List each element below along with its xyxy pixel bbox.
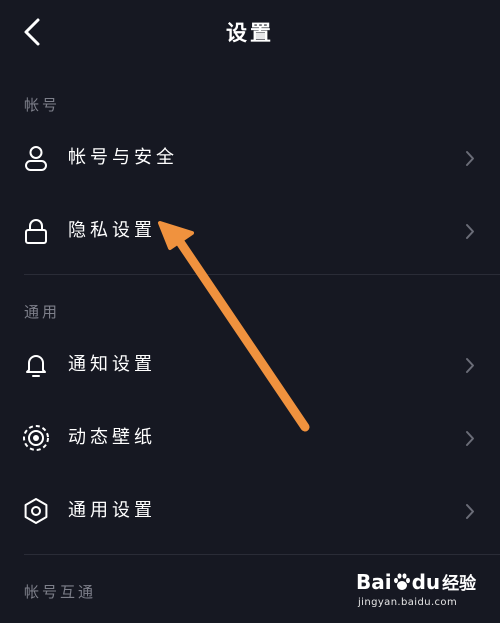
chevron-right-icon (464, 357, 476, 374)
settings-screen: 设置 帐号 帐号与安全 隐私设置 通用 通知设置 动态壁纸 通用设置 帐号互通 … (0, 0, 500, 623)
user-icon (22, 144, 50, 172)
settings-row-label: 帐号与安全 (68, 147, 178, 168)
section-divider (24, 274, 500, 275)
settings-row-privacy[interactable]: 隐私设置 (0, 198, 500, 264)
chevron-right-icon (464, 223, 476, 240)
settings-row-label: 隐私设置 (68, 220, 156, 241)
watermark-bai: Bai (356, 570, 392, 594)
bell-icon (22, 351, 50, 379)
section-header-general: 通用 (24, 303, 61, 321)
settings-row-account-security[interactable]: 帐号与安全 (0, 125, 500, 191)
settings-row-label: 通用设置 (68, 500, 156, 521)
paw-icon (393, 573, 410, 590)
baidu-jingyan-watermark: Bai du 经验 jingyan.baidu.com (356, 569, 476, 613)
settings-row-notifications[interactable]: 通知设置 (0, 332, 500, 398)
settings-row-live-wallpaper[interactable]: 动态壁纸 (0, 405, 500, 471)
watermark-du: du (411, 570, 441, 594)
section-header-account: 帐号 (24, 96, 61, 114)
watermark-logo: Bai du 经验 (356, 569, 476, 594)
chevron-right-icon (464, 430, 476, 447)
lock-icon (22, 217, 50, 245)
gear-icon (22, 497, 50, 525)
nav-bar: 设置 (0, 0, 500, 64)
watermark-jingyan: 经验 (442, 574, 477, 594)
section-header-account-interop: 帐号互通 (24, 583, 97, 601)
settings-row-label: 通知设置 (68, 354, 156, 375)
live-wallpaper-icon (22, 424, 50, 452)
page-title: 设置 (226, 21, 274, 45)
settings-row-label: 动态壁纸 (68, 427, 156, 448)
section-divider (24, 554, 500, 555)
settings-row-general[interactable]: 通用设置 (0, 478, 500, 544)
chevron-right-icon (464, 503, 476, 520)
chevron-right-icon (464, 150, 476, 167)
watermark-url: jingyan.baidu.com (358, 597, 458, 608)
